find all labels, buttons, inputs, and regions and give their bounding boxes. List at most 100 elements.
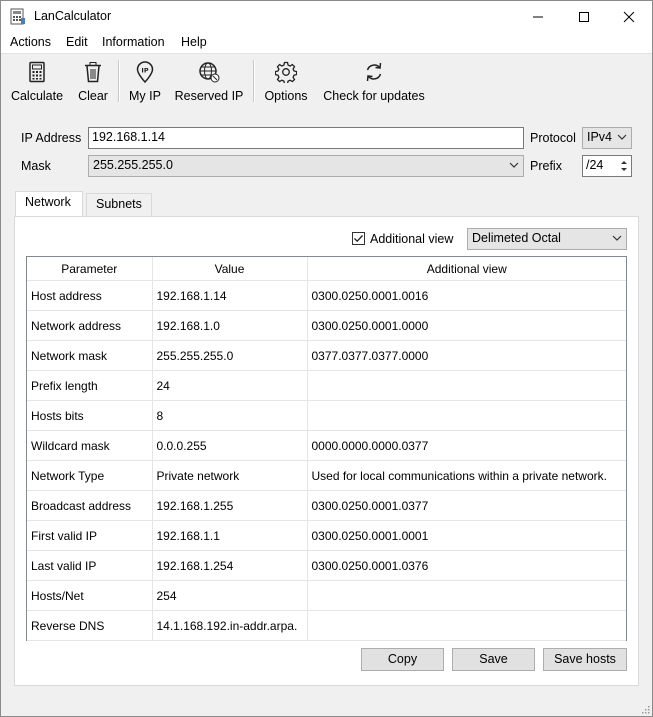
svg-text:IP: IP [141, 67, 148, 75]
value-cell: 0.0.0.255 [152, 430, 308, 461]
window-title: LanCalculator [34, 9, 112, 23]
ip-address-label: IP Address [21, 131, 82, 145]
my-ip-label: My IP [129, 89, 161, 103]
value-cell: 192.168.1.14 [152, 280, 308, 311]
value-cell: 192.168.1.0 [152, 310, 308, 341]
additional-view-cell [307, 580, 626, 611]
check-updates-label: Check for updates [323, 89, 425, 103]
clear-button[interactable]: Clear [73, 57, 113, 105]
parameter-cell: Host address [27, 280, 153, 311]
table-row[interactable]: Network mask 255.255.255.0 0377.0377.0377.… [27, 340, 626, 371]
trash-icon [85, 62, 101, 83]
additional-view-cell: 0300.0250.0001.0016 [307, 280, 626, 311]
ip-address-input[interactable]: 192.168.1.14 [88, 127, 524, 149]
maximize-button[interactable] [561, 1, 607, 32]
table-row[interactable]: Reverse DNS 14.1.168.192.in-addr.arpa. [27, 610, 626, 641]
parameter-cell: Last valid IP [27, 550, 153, 581]
column-header-additional-view[interactable]: Additional view [307, 257, 626, 281]
table-row[interactable]: Network address 192.168.1.0 0300.0250.0001… [27, 310, 626, 341]
options-label: Options [264, 89, 308, 103]
reserved-ip-label: Reserved IP [174, 89, 244, 103]
parameter-cell: Wildcard mask [27, 430, 153, 461]
save-button[interactable]: Save [452, 648, 535, 671]
my-ip-button[interactable]: IP My IP [125, 57, 165, 105]
reserved-ip-button[interactable]: Reserved IP [173, 57, 245, 105]
toolbar: Calculate Clear IP My IP Reserved IP Opt… [1, 53, 652, 107]
prefix-spinbox[interactable]: /24 [582, 155, 632, 177]
parameter-cell: First valid IP [27, 520, 153, 551]
options-button[interactable]: Options [261, 57, 311, 105]
additional-view-checkbox[interactable] [352, 232, 365, 245]
mask-value: 255.255.255.0 [93, 158, 173, 172]
column-header-value[interactable]: Value [152, 257, 308, 281]
mask-select[interactable]: 255.255.255.0 [88, 155, 524, 177]
table-row[interactable]: Broadcast address 192.168.1.255 0300.0250.… [27, 490, 626, 521]
view-format-value: Delimeted Octal [472, 231, 561, 245]
menu-information[interactable]: Information [102, 35, 165, 49]
calculator-app-icon [10, 8, 25, 25]
gear-icon [275, 61, 297, 83]
additional-view-cell: 0300.0250.0001.0376 [307, 550, 626, 581]
value-cell: 24 [152, 370, 308, 401]
minimize-button[interactable] [515, 1, 561, 32]
location-pin-icon: IP [136, 61, 154, 83]
additional-view-label: Additional view [370, 232, 454, 246]
protocol-select[interactable]: IPv4 [582, 127, 632, 149]
additional-view-cell [307, 610, 626, 641]
value-cell: 255.255.255.0 [152, 340, 308, 371]
save-hosts-button[interactable]: Save hosts [543, 648, 627, 671]
value-cell: 14.1.168.192.in-addr.arpa. [152, 610, 308, 641]
resize-grip-icon[interactable] [640, 704, 650, 714]
refresh-icon [366, 62, 382, 82]
table-row[interactable]: Host address 192.168.1.14 0300.0250.0001.0… [27, 280, 626, 311]
additional-view-cell: 0000.0000.0000.0377 [307, 430, 626, 461]
parameter-cell: Prefix length [27, 370, 153, 401]
chevron-down-icon [617, 134, 627, 140]
toolbar-separator [118, 60, 120, 102]
chevron-down-icon [612, 235, 622, 241]
additional-view-cell: 0377.0377.0377.0000 [307, 340, 626, 371]
menu-help[interactable]: Help [181, 35, 207, 49]
additional-view-cell: 0300.0250.0001.0001 [307, 520, 626, 551]
value-cell: Private network [152, 460, 308, 491]
column-header-parameter[interactable]: Parameter [27, 257, 153, 281]
parameter-cell: Broadcast address [27, 490, 153, 521]
mask-label: Mask [21, 159, 51, 173]
tab-subnets[interactable]: Subnets [86, 193, 152, 216]
table-row[interactable]: Hosts bits 8 [27, 400, 626, 431]
menu-actions[interactable]: Actions [10, 35, 51, 49]
title-bar: LanCalculator [1, 1, 652, 32]
prefix-value: /24 [586, 158, 604, 172]
close-button[interactable] [606, 1, 652, 32]
calculate-button[interactable]: Calculate [7, 57, 67, 105]
toolbar-separator [253, 60, 255, 102]
value-cell: 192.168.1.1 [152, 520, 308, 551]
chevron-down-icon [509, 162, 519, 168]
app-window: LanCalculator Actions Edit Information H… [0, 0, 653, 717]
check-updates-button[interactable]: Check for updates [319, 57, 429, 105]
table-row[interactable]: First valid IP 192.168.1.1 0300.0250.0001.… [27, 520, 626, 551]
minimize-icon [533, 16, 543, 17]
view-format-select[interactable]: Delimeted Octal [467, 228, 627, 250]
parameter-cell: Hosts bits [27, 400, 153, 431]
value-cell: 254 [152, 580, 308, 611]
table-row[interactable]: Last valid IP 192.168.1.254 0300.0250.0001… [27, 550, 626, 581]
copy-button[interactable]: Copy [361, 648, 444, 671]
table-row[interactable]: Network Type Private network Used for loca… [27, 460, 626, 491]
menu-bar: Actions Edit Information Help [1, 32, 652, 53]
table-row[interactable]: Prefix length 24 [27, 370, 626, 401]
additional-view-cell: 0300.0250.0001.0000 [307, 310, 626, 341]
close-icon [623, 11, 635, 22]
clear-label: Clear [78, 89, 108, 103]
maximize-icon [579, 11, 589, 22]
value-cell: 192.168.1.255 [152, 490, 308, 521]
spin-arrows-icon[interactable] [619, 158, 629, 174]
menu-edit[interactable]: Edit [66, 35, 88, 49]
table-row[interactable]: Wildcard mask 0.0.0.255 0000.0000.0000.037… [27, 430, 626, 461]
additional-view-cell [307, 370, 626, 401]
parameter-cell: Network address [27, 310, 153, 341]
protocol-label: Protocol [530, 131, 576, 145]
table-row[interactable]: Hosts/Net 254 [27, 580, 626, 611]
value-cell: 8 [152, 400, 308, 431]
tab-network[interactable]: Network [15, 191, 83, 216]
